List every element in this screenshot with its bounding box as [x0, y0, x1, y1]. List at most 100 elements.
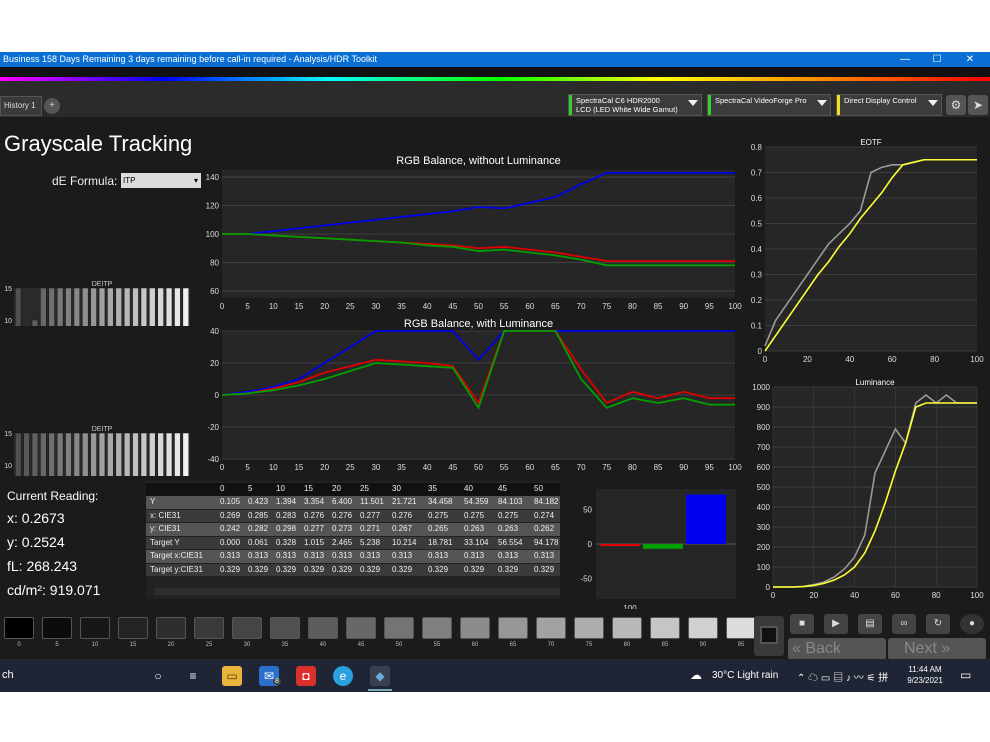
- table-cell: 0: [220, 484, 225, 493]
- x-tick-label: 70: [577, 463, 586, 472]
- gray-swatch-30[interactable]: [232, 617, 262, 639]
- table-cell: 0.265: [428, 524, 449, 533]
- deitp-bar: [149, 432, 156, 476]
- x-tick-label: 40: [845, 355, 854, 364]
- gray-swatch-0[interactable]: [4, 617, 34, 639]
- next-icon: »: [941, 640, 951, 657]
- y-tick-label: 100: [757, 563, 771, 572]
- meter-selector[interactable]: SpectraCal C6 HDR2000 LCD (LED White Wid…: [568, 94, 702, 116]
- x-tick-label: 60: [891, 591, 900, 600]
- tray-icons[interactable]: ⌃ ☁ ▭ ▤ ♪ 〰 ⚟ 拼: [797, 669, 888, 684]
- gray-swatch-70[interactable]: [536, 617, 566, 639]
- y-tick-label: 900: [757, 403, 771, 412]
- gray-swatch-60[interactable]: [460, 617, 490, 639]
- gray-swatch-25[interactable]: [194, 617, 224, 639]
- notification-icon[interactable]: ▭: [960, 668, 971, 682]
- table-cell: 20: [332, 484, 341, 493]
- gray-swatch-55[interactable]: [422, 617, 452, 639]
- x-tick-label: 65: [551, 463, 560, 472]
- file-explorer-icon[interactable]: ▭: [222, 666, 242, 686]
- meter-status-stripe: [569, 95, 572, 115]
- table-cell: 0.329: [304, 564, 325, 574]
- gray-swatch-75[interactable]: [574, 617, 604, 639]
- table-cell: 0.275: [464, 510, 485, 520]
- deitp-bar: [157, 287, 164, 326]
- next-label: Next: [904, 640, 937, 657]
- gray-swatch-85[interactable]: [650, 617, 680, 639]
- gray-swatch-45[interactable]: [346, 617, 376, 639]
- swatch-label: 40: [319, 642, 327, 648]
- swatch-label: 90: [699, 642, 707, 648]
- gray-swatch-35[interactable]: [270, 617, 300, 639]
- gray-swatch-5[interactable]: [42, 617, 72, 639]
- y-tick-label: -50: [580, 574, 592, 583]
- x-tick-label: 60: [525, 302, 534, 311]
- record-dot-icon[interactable]: ●: [960, 614, 984, 634]
- edge-browser-icon[interactable]: e: [333, 666, 353, 686]
- x-tick-label: 80: [930, 355, 939, 364]
- swatch-label: 35: [281, 642, 289, 648]
- gift-icon[interactable]: ◘: [296, 666, 316, 686]
- pointer-icon[interactable]: ➤: [968, 95, 988, 115]
- calman-app-icon[interactable]: ◆: [370, 666, 390, 686]
- table-cell: 54.359: [464, 497, 489, 506]
- display-selector[interactable]: Direct Display Control: [836, 94, 942, 116]
- meter-mode: LCD (LED White Wide Gamut): [576, 105, 678, 114]
- swatch-label: 85: [661, 642, 669, 648]
- deitp-bar: [31, 319, 39, 326]
- de-formula-select[interactable]: ITP ▾: [121, 173, 201, 188]
- gray-swatch-10[interactable]: [80, 617, 110, 639]
- y-tick-label: 0.3: [751, 271, 763, 280]
- task-view-icon[interactable]: ○: [148, 666, 168, 686]
- gray-swatch-15[interactable]: [118, 617, 148, 639]
- search-box-text[interactable]: ch: [2, 669, 14, 681]
- clock[interactable]: 11:44 AM 9/23/2021: [900, 664, 950, 686]
- table-cell: 0.275: [498, 510, 519, 520]
- table-row: Target y:CIE31 0.329 0.329 0.329 0.329 0.329 0…: [146, 563, 560, 577]
- loop-icon[interactable]: ∞: [892, 614, 916, 634]
- x-tick-label: 10: [269, 463, 278, 472]
- x-tick-label: 10: [269, 302, 278, 311]
- refresh-icon[interactable]: ↻: [926, 614, 950, 634]
- gear-icon[interactable]: ⚙: [946, 95, 966, 115]
- reading-cd: cd/m²: 919.071: [7, 582, 101, 598]
- eotf-chart: EOTF00.10.20.30.40.50.60.70.80 20 40 60 80 10…: [751, 138, 984, 364]
- x-tick-label: 15: [294, 302, 303, 311]
- record-button[interactable]: [754, 616, 784, 656]
- save-icon[interactable]: ▤: [858, 614, 882, 634]
- x-tick-label: 45: [448, 302, 457, 311]
- widgets-icon[interactable]: ≡: [183, 666, 203, 686]
- y-tick-label: 20: [210, 359, 219, 368]
- next-button[interactable]: Next »: [888, 638, 986, 660]
- deitp-bar: [65, 432, 72, 476]
- gray-swatch-80[interactable]: [612, 617, 642, 639]
- y-tick-label: 0.2: [751, 296, 763, 305]
- gray-swatch-50[interactable]: [384, 617, 414, 639]
- gray-swatch-20[interactable]: [156, 617, 186, 639]
- y-tick-label: 0.7: [751, 169, 763, 178]
- chevron-down-icon: [928, 100, 938, 106]
- table-scrollbar[interactable]: [155, 588, 560, 595]
- close-button[interactable]: ✕: [955, 52, 985, 67]
- cloud-icon: ☁: [690, 668, 702, 682]
- gray-swatch-90[interactable]: [688, 617, 718, 639]
- x-tick-label: 60: [525, 463, 534, 472]
- table-cell: 0.276: [332, 510, 353, 520]
- maximize-button[interactable]: ☐: [922, 52, 952, 67]
- table-cell: 0.000: [220, 537, 241, 547]
- gray-swatch-65[interactable]: [498, 617, 528, 639]
- table-cell: 15: [304, 484, 313, 493]
- back-button[interactable]: « Back: [788, 638, 886, 660]
- stop-icon[interactable]: ■: [790, 614, 814, 634]
- minimize-button[interactable]: —: [890, 52, 920, 67]
- deitp-bar: [31, 432, 39, 476]
- generator-selector[interactable]: SpectraCal VideoForge Pro: [707, 94, 831, 116]
- gray-swatch-40[interactable]: [308, 617, 338, 639]
- add-tab-button[interactable]: +: [44, 98, 60, 114]
- table-cell: 0.329: [332, 564, 353, 574]
- play-icon[interactable]: ▶: [824, 614, 848, 634]
- tab-history-1[interactable]: History 1: [0, 96, 42, 116]
- table-cell: 5.238: [360, 537, 381, 547]
- x-tick-label: 65: [551, 302, 560, 311]
- display-status-stripe: [837, 95, 840, 115]
